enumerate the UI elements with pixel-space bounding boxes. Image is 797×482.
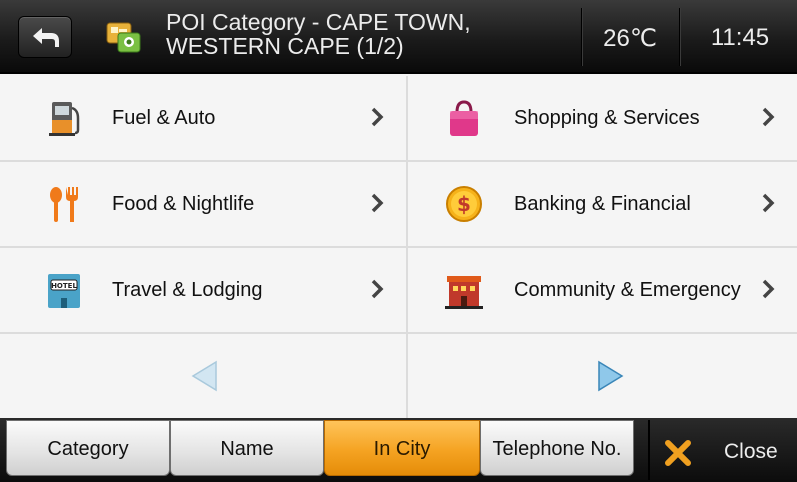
category-label: Fuel & Auto — [112, 107, 216, 129]
chevron-right-icon — [371, 193, 384, 213]
category-food-nightlife[interactable]: Food & Nightlife — [0, 162, 406, 246]
hotel-icon: HOTEL — [48, 274, 80, 308]
category-label: Shopping & Services — [514, 107, 700, 129]
category-label: Banking & Financial — [514, 193, 691, 215]
triangle-right-icon — [598, 360, 624, 392]
svg-text:$: $ — [457, 192, 471, 216]
title-line-2: WESTERN CAPE (1/2) — [166, 33, 404, 59]
header-divider — [581, 8, 583, 66]
chevron-right-icon — [371, 107, 384, 127]
category-banking-financial[interactable]: $ Banking & Financial — [408, 162, 797, 246]
back-arrow-icon — [33, 28, 59, 47]
category-label: Travel & Lodging — [112, 279, 263, 301]
header-divider — [679, 8, 681, 66]
category-label: Food & Nightlife — [112, 193, 255, 215]
fuel-pump-icon — [49, 102, 80, 136]
previous-page-button[interactable] — [0, 334, 406, 418]
category-travel-lodging[interactable]: HOTEL Travel & Lodging — [0, 248, 406, 332]
page-title: POI Category - CAPE TOWN, WESTERN CAPE (… — [166, 10, 566, 58]
chevron-right-icon — [762, 193, 775, 213]
back-button[interactable] — [18, 16, 72, 58]
category-fuel-auto[interactable]: Fuel & Auto — [0, 76, 406, 160]
category-shopping-services[interactable]: Shopping & Services — [408, 76, 797, 160]
title-bar: POI Category - CAPE TOWN, WESTERN CAPE (… — [0, 0, 797, 74]
temperature-readout: 26℃ — [603, 25, 657, 52]
close-button[interactable]: Close — [648, 420, 797, 480]
shopping-bag-icon — [450, 100, 478, 136]
next-page-button[interactable] — [408, 334, 797, 418]
chevron-right-icon — [371, 279, 384, 299]
category-community-emergency[interactable]: Community & Emergency — [408, 248, 797, 332]
triangle-left-icon — [191, 360, 217, 392]
tab-telephone-no[interactable]: Telephone No. — [480, 420, 634, 476]
clock-readout: 11:45 — [710, 24, 770, 51]
tab-name[interactable]: Name — [170, 420, 324, 476]
title-line-1: POI Category - CAPE TOWN, — [166, 9, 471, 35]
dollar-coin-icon: $ — [446, 186, 482, 222]
category-label: Community & Emergency — [514, 279, 741, 301]
svg-text:HOTEL: HOTEL — [51, 282, 77, 290]
close-label: Close — [724, 440, 778, 463]
fork-spoon-icon — [50, 187, 78, 222]
building-icon — [445, 276, 483, 309]
chevron-right-icon — [762, 107, 775, 127]
poi-category-icon — [106, 22, 141, 53]
close-icon — [665, 440, 691, 466]
tab-category[interactable]: Category — [6, 420, 170, 476]
search-mode-bar: Category Name In City Telephone No. Clos… — [0, 418, 797, 482]
tab-in-city[interactable]: In City — [324, 420, 480, 476]
chevron-right-icon — [762, 279, 775, 299]
category-grid: Fuel & Auto Shopping & Services Food & N… — [0, 76, 797, 418]
